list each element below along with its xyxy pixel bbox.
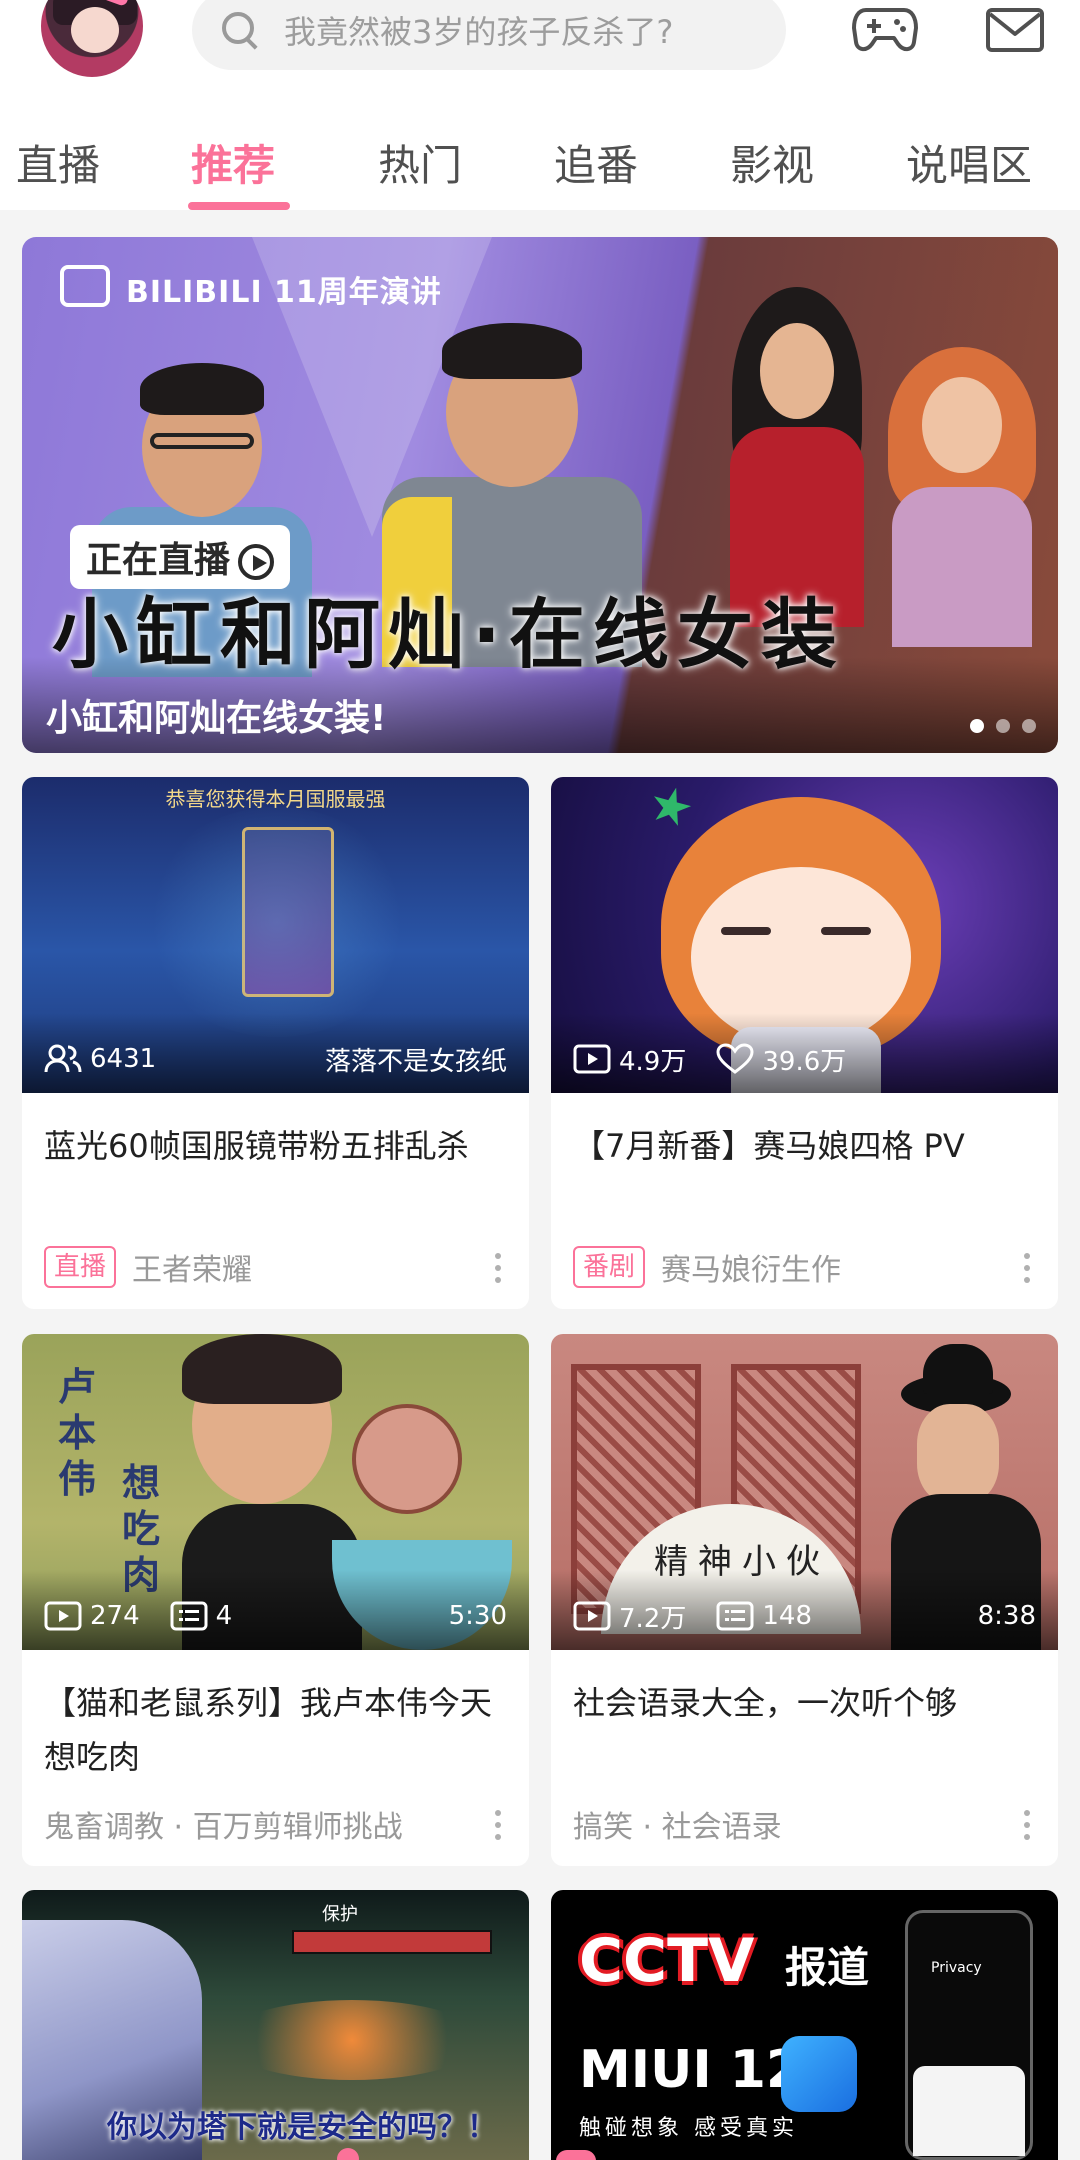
thumb-top-label: 保护 bbox=[322, 1904, 358, 1925]
tab-rap[interactable]: 说唱区 bbox=[906, 132, 1032, 193]
card-stats: 274 4 5:30 bbox=[44, 1596, 507, 1636]
cartoon-hair-art bbox=[182, 1334, 342, 1404]
glasses-icon bbox=[150, 433, 254, 449]
phone-screen-label: Privacy bbox=[931, 1960, 982, 1976]
more-vertical-icon[interactable] bbox=[1024, 1810, 1032, 1840]
card-stats: 4.9万 39.6万 bbox=[573, 1039, 1036, 1079]
danmaku-count: 4 bbox=[215, 1601, 233, 1631]
anime-tag: 番剧 bbox=[573, 1246, 646, 1288]
more-vertical-icon[interactable] bbox=[495, 1810, 503, 1840]
anime-eye-left bbox=[721, 927, 771, 935]
miui-logo-text: MIUI 12 bbox=[579, 2040, 803, 2100]
card-thumbnail[interactable]: 4.9万 39.6万 bbox=[551, 777, 1058, 1093]
video-duration: 8:38 bbox=[977, 1601, 1036, 1631]
man-face-art bbox=[917, 1404, 999, 1504]
card-thumbnail[interactable]: 保护 你以为塔下就是安全的吗？！ bbox=[22, 1890, 529, 2160]
card-category[interactable]: 赛马娘衍生作 bbox=[661, 1245, 841, 1289]
bottom-nav-badge bbox=[556, 2150, 596, 2160]
thumb-text-vertical-a: 卢本伟 bbox=[58, 1364, 97, 1501]
star-icon bbox=[647, 783, 696, 832]
meat-art bbox=[352, 1404, 462, 1514]
card-title[interactable]: 蓝光60帧国服镜带粉五排乱杀 bbox=[22, 1093, 529, 1233]
uploader-name: 落落不是女孩纸 bbox=[324, 1046, 507, 1077]
video-card-1[interactable]: 恭喜您获得本月国服最强 6431 落落不是女孩纸 蓝光60帧国服镜带粉五排乱杀 … bbox=[22, 777, 529, 1309]
card-title[interactable]: 社会语录大全，一次听个够 bbox=[551, 1650, 1058, 1790]
carousel-dot[interactable] bbox=[996, 719, 1010, 733]
tab-recommend[interactable]: 推荐 bbox=[191, 132, 275, 193]
hat-crown-art bbox=[923, 1344, 993, 1394]
banner-logo-text: BILIBILI 11周年演讲 bbox=[126, 275, 442, 310]
danmaku-icon bbox=[170, 1601, 208, 1631]
play-count: 4.9万 bbox=[619, 1046, 687, 1077]
card-stats: 6431 落落不是女孩纸 bbox=[44, 1039, 507, 1079]
more-vertical-icon[interactable] bbox=[1024, 1253, 1032, 1283]
play-count-icon bbox=[573, 1044, 611, 1074]
play-count: 274 bbox=[90, 1601, 140, 1631]
card-stats: 7.2万 148 8:38 bbox=[573, 1596, 1036, 1636]
heart-icon bbox=[716, 1043, 754, 1074]
card-thumbnail[interactable]: 卢本伟 想吃肉 274 4 5:30 bbox=[22, 1334, 529, 1650]
carousel-dot[interactable] bbox=[970, 719, 984, 733]
video-card-4[interactable]: 精神小伙 7.2万 148 8:38 社会语录大全，一次听个够 搞笑 · 社会语… bbox=[551, 1334, 1058, 1866]
phone-dialog-art bbox=[913, 2066, 1025, 2156]
miui-app-icon bbox=[781, 2036, 857, 2112]
card-title[interactable]: 【7月新番】赛马娘四格 PV bbox=[551, 1093, 1058, 1233]
carousel-dot[interactable] bbox=[1022, 719, 1036, 733]
avatar[interactable] bbox=[38, 0, 146, 80]
viewer-count: 6431 bbox=[90, 1044, 157, 1074]
thumb-caption: 你以为塔下就是安全的吗？！ bbox=[107, 2110, 497, 2145]
miui-slogan: 触碰想象 感受真实 bbox=[579, 2116, 798, 2141]
search-placeholder: 我竟然被3岁的孩子反杀了? bbox=[284, 13, 674, 51]
tab-popular[interactable]: 热门 bbox=[378, 132, 462, 193]
active-tab-indicator bbox=[188, 202, 290, 210]
danmaku-count: 148 bbox=[762, 1601, 812, 1631]
play-count: 7.2万 bbox=[619, 1603, 687, 1634]
banner-caption: 小缸和阿灿在线女装! bbox=[46, 698, 387, 739]
mail-icon[interactable] bbox=[986, 8, 1044, 52]
danmaku-icon bbox=[716, 1601, 754, 1631]
play-count-icon bbox=[573, 1601, 611, 1631]
card-category[interactable]: 王者荣耀 bbox=[132, 1245, 252, 1289]
top-bar: 我竟然被3岁的孩子反杀了? 直播 推荐 热门 追番 影视 说唱区 bbox=[0, 0, 1080, 210]
search-icon bbox=[220, 10, 260, 50]
card-thumbnail[interactable]: 精神小伙 7.2万 148 8:38 bbox=[551, 1334, 1058, 1650]
avatar-face bbox=[71, 7, 119, 53]
play-count-icon bbox=[44, 1601, 82, 1631]
more-vertical-icon[interactable] bbox=[495, 1253, 503, 1283]
anime-eye-right bbox=[821, 927, 871, 935]
card-title[interactable]: 【猫和老鼠系列】我卢本伟今天想吃肉 bbox=[22, 1650, 529, 1790]
category-tabs: 直播 推荐 热门 追番 影视 说唱区 bbox=[0, 120, 1080, 210]
tab-live[interactable]: 直播 bbox=[16, 132, 100, 193]
card-category[interactable]: 鬼畜调教 · 百万剪辑师挑战 bbox=[44, 1802, 403, 1846]
bilibili-logo-icon bbox=[60, 265, 110, 307]
search-bar[interactable]: 我竟然被3岁的孩子反杀了? bbox=[192, 0, 786, 70]
video-card-2[interactable]: 4.9万 39.6万 【7月新番】赛马娘四格 PV 番剧 赛马娘衍生作 bbox=[551, 777, 1058, 1309]
favorite-count: 39.6万 bbox=[762, 1046, 847, 1077]
card-meta: 番剧 赛马娘衍生作 bbox=[551, 1233, 1058, 1301]
skill-effect-art bbox=[222, 2000, 482, 2080]
glow-art bbox=[142, 807, 412, 1037]
card-thumbnail[interactable]: CCTV 报道 MIUI 12 触碰想象 感受真实 Privacy bbox=[551, 1890, 1058, 2160]
card-meta: 搞笑 · 社会语录 bbox=[551, 1790, 1058, 1858]
banner-carousel[interactable]: BILIBILI 11周年演讲 正在直播 小缸和阿灿·在线女装 小缸和阿灿在线女… bbox=[22, 237, 1058, 753]
video-duration: 5:30 bbox=[448, 1601, 507, 1631]
video-card-3[interactable]: 卢本伟 想吃肉 274 4 5:30 【猫和老鼠系列】我卢本伟今天想吃肉 鬼畜调… bbox=[22, 1334, 529, 1866]
card-category[interactable]: 搞笑 · 社会语录 bbox=[573, 1802, 782, 1846]
report-text: 报道 bbox=[785, 1943, 870, 1992]
card-meta: 鬼畜调教 · 百万剪辑师挑战 bbox=[22, 1790, 529, 1858]
tab-anime[interactable]: 追番 bbox=[554, 132, 638, 193]
health-bar-art bbox=[292, 1930, 492, 1954]
card-thumbnail[interactable]: 恭喜您获得本月国服最强 6431 落落不是女孩纸 bbox=[22, 777, 529, 1093]
card-meta: 直播 王者荣耀 bbox=[22, 1233, 529, 1301]
viewers-icon bbox=[44, 1044, 82, 1073]
video-card-6[interactable]: CCTV 报道 MIUI 12 触碰想象 感受真实 Privacy bbox=[551, 1890, 1058, 2160]
live-tag: 直播 bbox=[44, 1246, 117, 1288]
tab-movies[interactable]: 影视 bbox=[730, 132, 814, 193]
cctv-logo: CCTV bbox=[579, 1926, 755, 1996]
game-controller-icon[interactable] bbox=[852, 4, 918, 54]
video-card-5[interactable]: 保护 你以为塔下就是安全的吗？！ bbox=[22, 1890, 529, 2160]
carousel-dots bbox=[970, 719, 1036, 733]
